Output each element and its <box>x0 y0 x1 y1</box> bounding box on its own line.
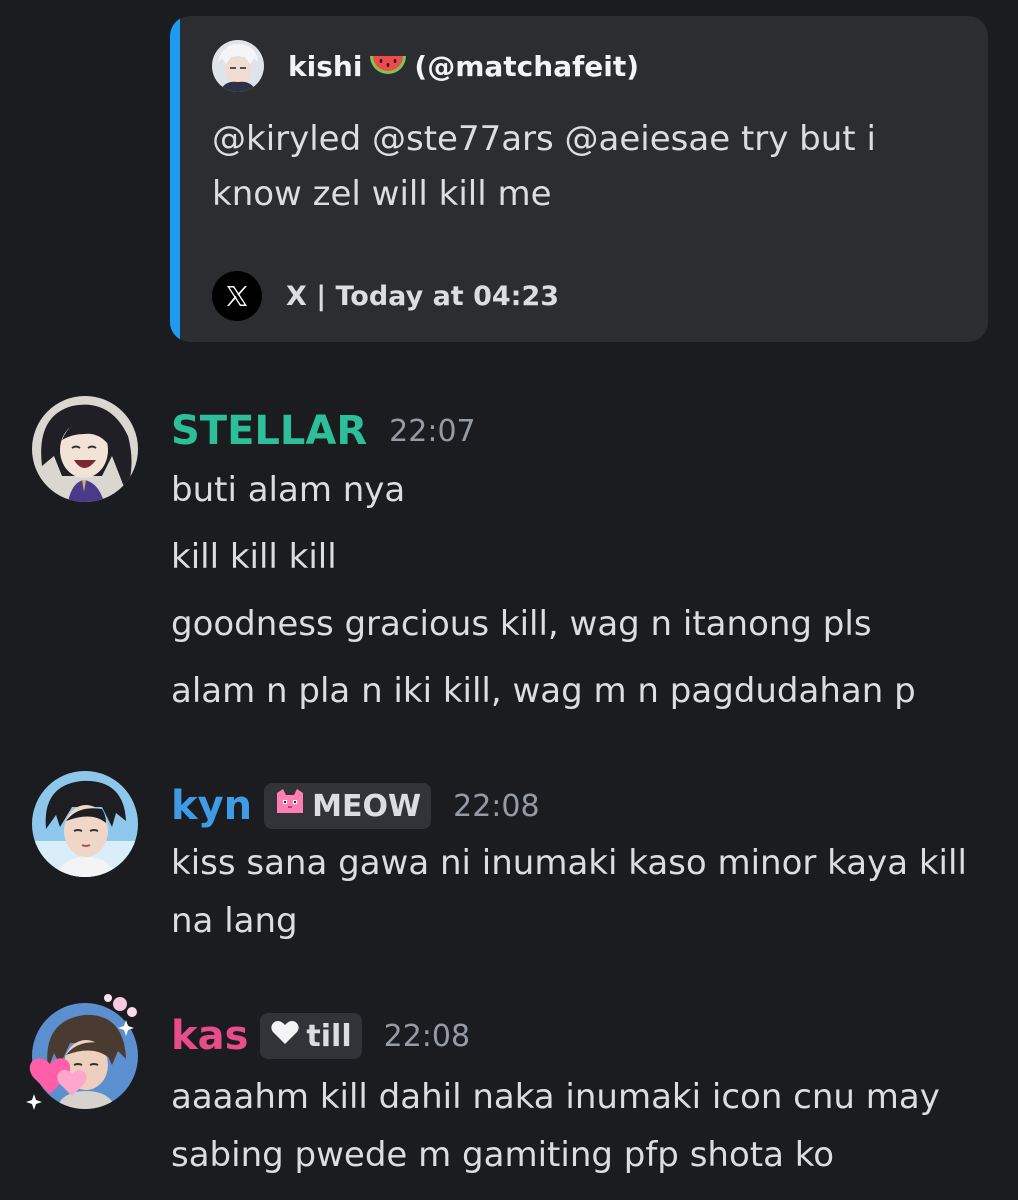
avatar-decoration-icon <box>26 994 137 1110</box>
message-line: kiss sana gawa ni inumaki kaso minor kay… <box>171 843 967 941</box>
chat-view: kishi (@matchafeit) @kiryled @ste77ars @… <box>0 0 1018 1200</box>
timestamp[interactable]: 22:08 <box>384 1019 470 1054</box>
message-line: alam n pla n iki kill, wag m n pagdudaha… <box>171 671 916 711</box>
message-content: aaaahm kill dahil naka inumaki icon cnu … <box>171 1068 1001 1184</box>
user-tag[interactable]: till <box>260 1013 362 1059</box>
message-line: aaaahm kill dahil naka inumaki icon cnu … <box>171 1077 940 1175</box>
message-content: kiss sana gawa ni inumaki kaso minor kay… <box>171 834 1001 950</box>
x-logo-icon <box>212 271 262 321</box>
embed-author-handle[interactable]: (@matchafeit) <box>414 50 639 83</box>
embed-footer-text: X | Today at 04:23 <box>286 280 560 312</box>
username[interactable]: kyn <box>171 783 252 829</box>
pink-cat-icon <box>274 787 306 825</box>
username[interactable]: kas <box>171 1013 248 1059</box>
message-content: buti alam nya kill kill kill goodness gr… <box>171 461 1001 729</box>
avatar[interactable] <box>32 396 138 502</box>
username[interactable]: STELLAR <box>171 408 367 454</box>
message-line: goodness gracious kill, wag n itanong pl… <box>171 604 872 644</box>
embed-description: @kiryled @ste77ars @aeiesae try but i kn… <box>212 119 876 214</box>
user-tag[interactable]: MEOW <box>264 783 432 829</box>
embed-accent-bar <box>170 16 180 342</box>
embed-author-name[interactable]: kishi <box>288 50 362 83</box>
embed-author-avatar[interactable] <box>212 40 264 92</box>
white-heart-icon <box>270 1019 300 1054</box>
embed-footer: X | Today at 04:23 <box>212 271 559 321</box>
message-header: STELLAR 22:07 <box>171 404 476 458</box>
timestamp[interactable]: 22:07 <box>389 414 475 449</box>
message-header: kas till 22:08 <box>171 1009 470 1063</box>
timestamp[interactable]: 22:08 <box>453 789 539 824</box>
avatar[interactable] <box>32 771 138 877</box>
message-header: kyn MEOW 22:08 <box>171 779 540 833</box>
link-embed[interactable]: kishi (@matchafeit) @kiryled @ste77ars @… <box>170 16 988 342</box>
message-line: buti alam nya <box>171 470 406 510</box>
user-tag-label: till <box>306 1018 352 1054</box>
watermelon-emoji-icon <box>368 52 408 80</box>
message-line: kill kill kill <box>171 537 337 577</box>
user-tag-label: MEOW <box>312 788 422 824</box>
embed-author[interactable]: kishi (@matchafeit) <box>212 38 639 94</box>
